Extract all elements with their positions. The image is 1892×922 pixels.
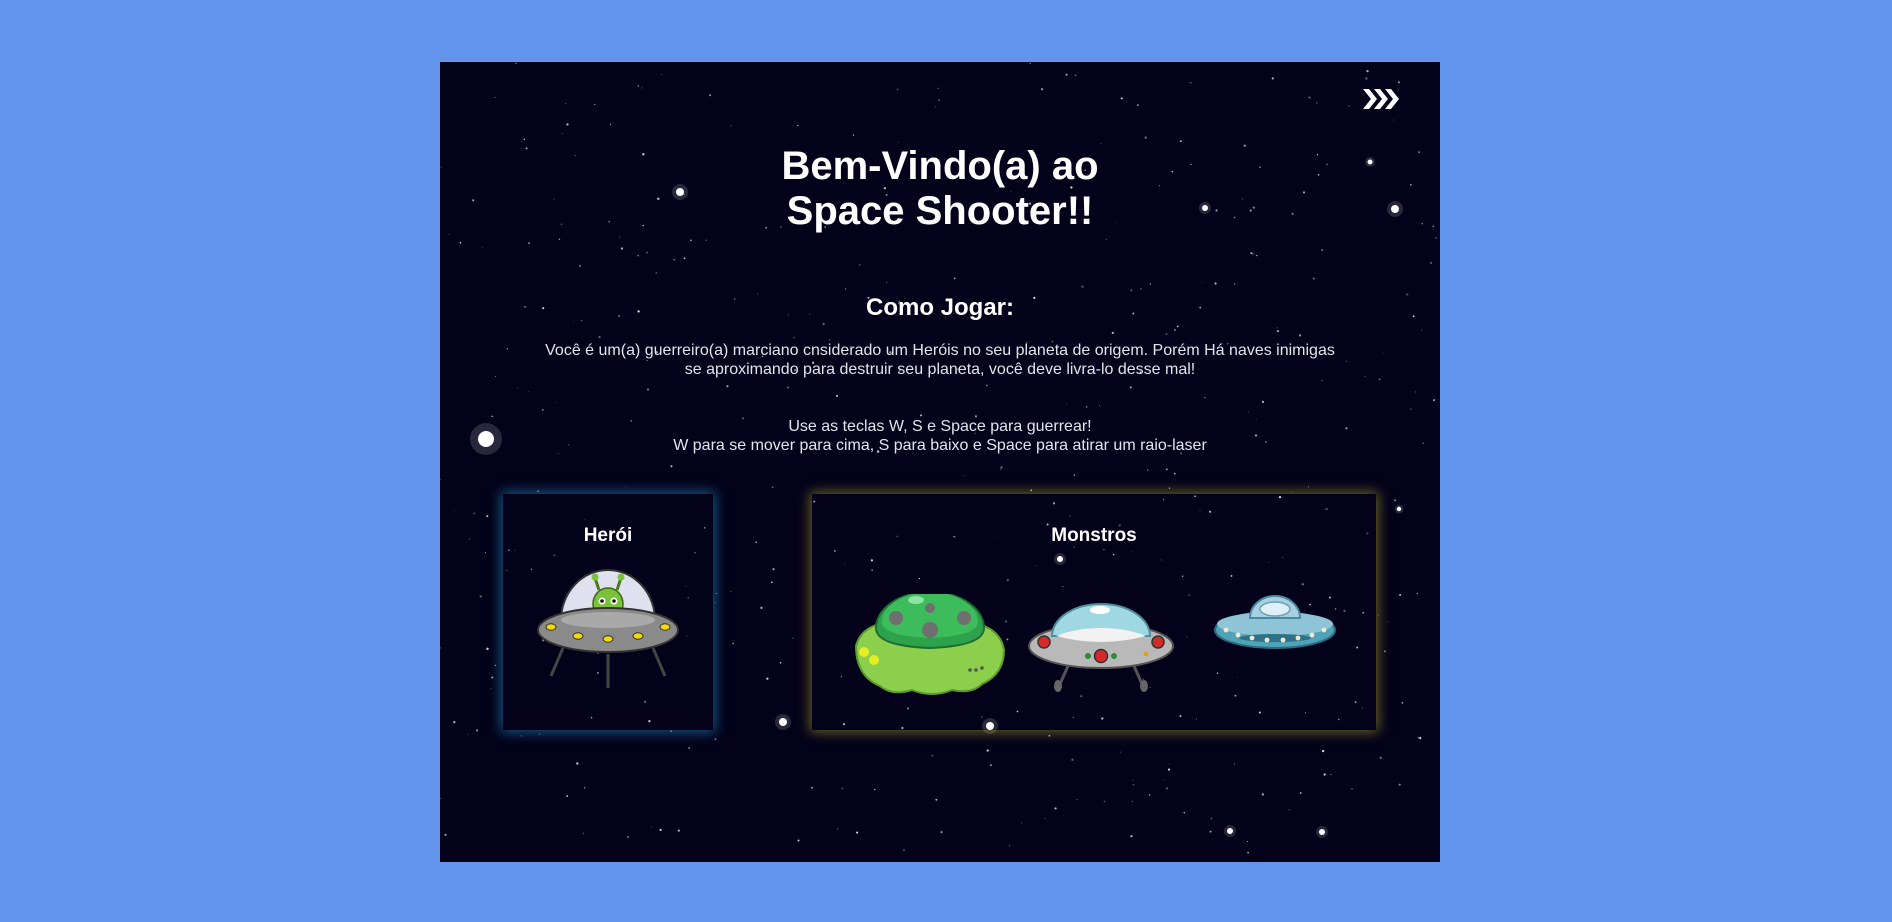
fast-forward-chevrons-icon xyxy=(1363,89,1399,109)
story-text-line-1: Você é um(a) guerreiro(a) marciano cnsid… xyxy=(545,342,1335,359)
monsters-panel: Monstros xyxy=(812,494,1376,730)
controls-text: Use as teclas W, S e Space para guerrear… xyxy=(440,417,1440,455)
next-button[interactable] xyxy=(1362,84,1402,114)
how-to-play-heading: Como Jogar: xyxy=(865,294,1014,321)
story-text-line-2: se aproximando para destruir seu planeta… xyxy=(684,361,1196,378)
controls-text-line-2: W para se mover para cima, S para baixo … xyxy=(673,437,1207,454)
alien-ufo-icon xyxy=(537,569,679,688)
hero-panel: Herói xyxy=(503,494,713,730)
hero-panel-title: Herói xyxy=(583,525,633,546)
page-title: Bem-Vindo(a) ao Space Shooter!! xyxy=(440,144,1440,234)
game-screen: Bem-Vindo(a) ao Space Shooter!! Como Jog… xyxy=(440,62,1440,862)
green-ufo-icon xyxy=(854,594,1006,695)
monsters-panel-title: Monstros xyxy=(1051,525,1137,546)
page-title-line-1: Bem-Vindo(a) ao xyxy=(781,144,1099,188)
silver-ufo-icon xyxy=(1028,603,1174,692)
page-title-line-2: Space Shooter!! xyxy=(786,189,1094,233)
controls-text-line-1: Use as teclas W, S e Space para guerrear… xyxy=(788,418,1092,435)
story-text: Você é um(a) guerreiro(a) marciano cnsid… xyxy=(440,341,1440,379)
teal-ufo-icon xyxy=(1214,595,1336,649)
